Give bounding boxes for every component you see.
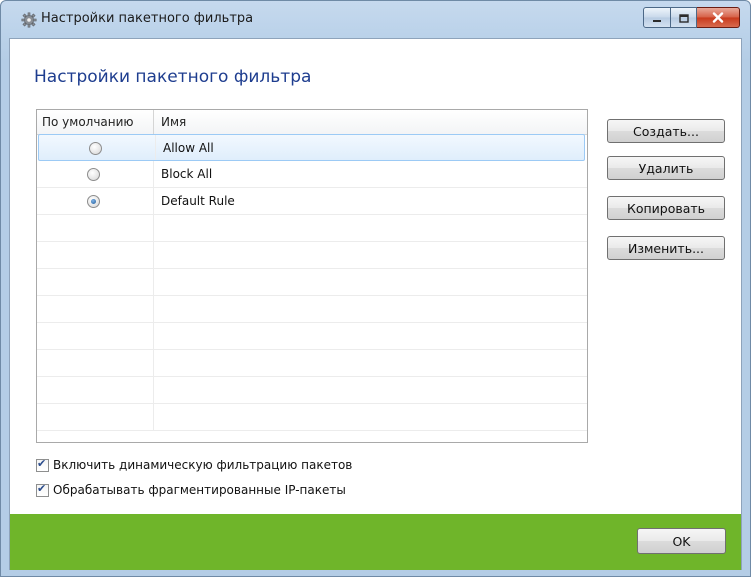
rule-name: Block All xyxy=(161,167,213,181)
cell-divider xyxy=(153,377,154,403)
dialog-client-area: Настройки пакетного фильтра По умолчанию… xyxy=(9,38,742,570)
empty-table-row xyxy=(37,323,587,350)
window-title: Настройки пакетного фильтра xyxy=(41,11,254,26)
fragmented-packets-option[interactable]: Обрабатывать фрагментированные IP-пакеты xyxy=(36,481,346,499)
dialog-footer: OK xyxy=(10,514,741,570)
cell-divider xyxy=(153,269,154,295)
cell-divider xyxy=(153,161,154,187)
empty-table-row xyxy=(37,215,587,242)
create-button[interactable]: Создать... xyxy=(607,119,725,143)
empty-table-row xyxy=(37,242,587,269)
cell-divider xyxy=(153,404,154,430)
table-row[interactable]: Default Rule xyxy=(37,188,587,215)
table-row[interactable]: Block All xyxy=(37,161,587,188)
column-header-name[interactable]: Имя xyxy=(161,110,186,134)
dynamic-filter-label[interactable]: Включить динамическую фильтрацию пакетов xyxy=(53,458,352,472)
maximize-icon xyxy=(678,8,689,27)
delete-button[interactable]: Удалить xyxy=(607,156,725,180)
dialog-window: Настройки пакетного фильтра Настройки па… xyxy=(0,0,751,577)
default-rule-radio[interactable] xyxy=(87,195,100,208)
maximize-button[interactable] xyxy=(671,7,697,28)
cell-divider xyxy=(153,323,154,349)
ok-button[interactable]: OK xyxy=(637,528,726,554)
title-bar[interactable]: Настройки пакетного фильтра xyxy=(1,1,750,38)
fragmented-packets-label[interactable]: Обрабатывать фрагментированные IP-пакеты xyxy=(53,483,346,497)
caption-buttons xyxy=(643,7,740,28)
rules-grid[interactable]: По умолчанию Имя Allow All Block All Defau… xyxy=(36,109,588,443)
empty-table-row xyxy=(37,350,587,377)
rule-name: Default Rule xyxy=(161,194,235,208)
cell-divider xyxy=(153,215,154,241)
copy-button[interactable]: Копировать xyxy=(607,196,725,220)
close-icon xyxy=(712,8,724,27)
grid-rows: Allow All Block All Default Rule xyxy=(37,134,587,431)
cell-divider xyxy=(153,296,154,322)
default-rule-radio[interactable] xyxy=(87,168,100,181)
minimize-icon xyxy=(652,8,662,27)
empty-table-row xyxy=(37,377,587,404)
grid-header: По умолчанию Имя xyxy=(37,110,587,135)
rule-name: Allow All xyxy=(163,141,214,155)
column-header-default[interactable]: По умолчанию xyxy=(42,110,134,134)
cell-divider xyxy=(153,242,154,268)
empty-table-row xyxy=(37,269,587,296)
dynamic-filter-checkbox[interactable] xyxy=(36,457,49,472)
column-divider[interactable] xyxy=(153,110,154,134)
default-rule-radio[interactable] xyxy=(89,142,102,155)
fragmented-packets-checkbox[interactable] xyxy=(36,482,49,497)
dialog-heading: Настройки пакетного фильтра xyxy=(34,67,312,87)
cell-divider xyxy=(155,135,156,160)
cell-divider xyxy=(153,350,154,376)
cell-divider xyxy=(153,188,154,214)
table-row[interactable]: Allow All xyxy=(38,134,585,161)
empty-table-row xyxy=(37,404,587,431)
close-button[interactable] xyxy=(697,7,740,28)
edit-button[interactable]: Изменить... xyxy=(607,236,725,260)
gear-icon xyxy=(21,12,37,28)
empty-table-row xyxy=(37,296,587,323)
minimize-button[interactable] xyxy=(643,7,671,28)
dynamic-filter-option[interactable]: Включить динамическую фильтрацию пакетов xyxy=(36,456,352,474)
